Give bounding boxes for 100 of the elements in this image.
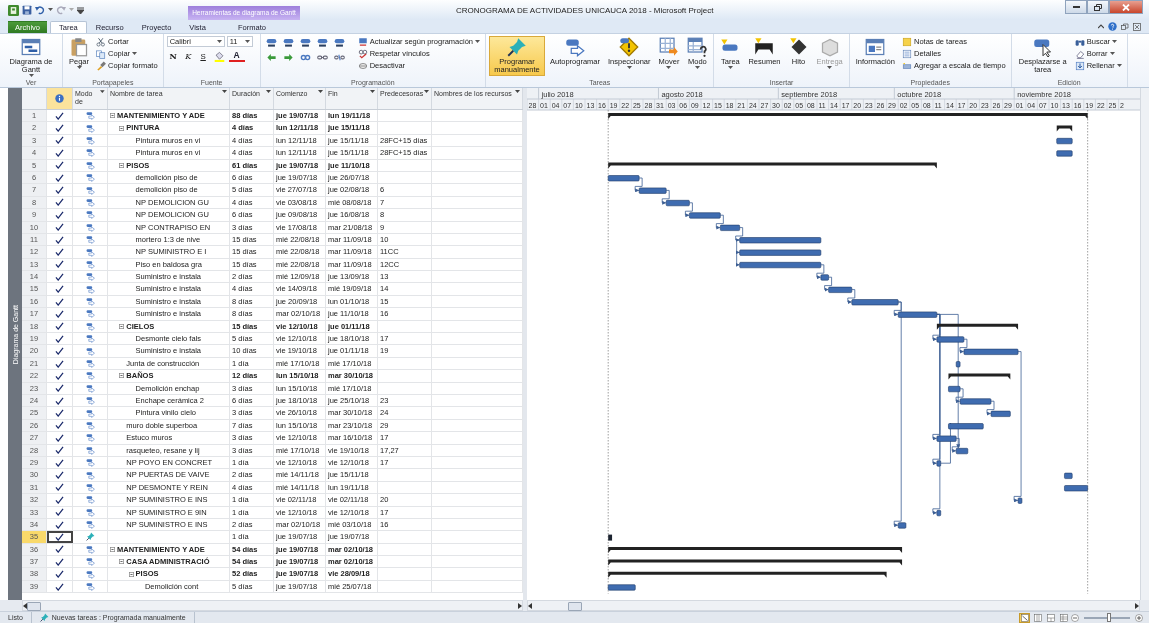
vertical-scrollbar[interactable]	[1140, 88, 1149, 600]
caret-icon	[222, 90, 227, 94]
zoom-in-icon[interactable]	[1135, 613, 1143, 622]
task-bar[interactable]	[739, 249, 822, 256]
close-icon	[1122, 3, 1130, 11]
task-mode-icon	[85, 520, 95, 530]
info-icon	[55, 94, 64, 103]
format-button[interactable]: N	[166, 50, 180, 62]
scroll-right-icon[interactable]	[517, 602, 522, 609]
task-bar[interactable]	[638, 187, 667, 194]
summary-bar[interactable]	[608, 113, 1088, 119]
view-button[interactable]	[1058, 612, 1069, 623]
task-mode-icon	[85, 247, 95, 257]
task-bar[interactable]	[936, 460, 942, 467]
task-mode-icon	[85, 569, 95, 579]
percent-complete-icon	[265, 36, 277, 48]
app-icon[interactable]	[8, 4, 19, 16]
task-cursor-icon	[1032, 37, 1053, 57]
summary-bar[interactable]	[936, 323, 1019, 330]
summary-bar[interactable]	[608, 547, 903, 553]
restore-icon[interactable]	[1121, 22, 1129, 31]
task-bar[interactable]	[936, 336, 965, 343]
task-bar[interactable]	[948, 423, 984, 430]
scroll-left-icon[interactable]	[528, 602, 533, 609]
task-mode-icon	[85, 160, 95, 170]
task-bar[interactable]	[739, 262, 822, 269]
summary-bar[interactable]	[608, 571, 887, 578]
collapse-icon[interactable]	[119, 373, 125, 379]
collapse-icon[interactable]	[119, 559, 125, 565]
scroll-right-icon[interactable]	[1134, 602, 1139, 609]
clipboard-icon	[69, 37, 89, 57]
slider-track[interactable]	[1084, 616, 1130, 619]
close-icon[interactable]	[1133, 22, 1141, 31]
task-bar[interactable]	[936, 510, 942, 517]
task-bar[interactable]	[607, 584, 636, 591]
help-icon[interactable]	[1108, 22, 1117, 31]
task-bar[interactable]	[739, 237, 822, 244]
view-button[interactable]	[1032, 612, 1043, 623]
summary-bar[interactable]	[1056, 125, 1073, 132]
collapse-ribbon-icon[interactable]	[1098, 24, 1104, 29]
task-bar[interactable]	[1064, 472, 1073, 479]
format-button[interactable]: S	[196, 50, 210, 62]
task-bar[interactable]	[665, 200, 690, 207]
task-bar[interactable]	[720, 224, 740, 231]
minimize-button[interactable]	[1065, 0, 1087, 14]
task-bar[interactable]	[1056, 138, 1073, 145]
font-color-button[interactable]: A	[228, 50, 245, 62]
task-bar[interactable]	[897, 522, 907, 529]
task-bar[interactable]	[955, 448, 969, 455]
task-bar[interactable]	[955, 361, 961, 368]
collapse-icon[interactable]	[119, 162, 125, 168]
task-bar[interactable]	[851, 299, 899, 306]
task-bar[interactable]	[936, 435, 957, 442]
view-button[interactable]	[1045, 612, 1056, 623]
task-mode-icon	[85, 470, 95, 480]
horizontal-scrollbar[interactable]	[22, 600, 523, 611]
column-header[interactable]	[47, 88, 73, 109]
zoom-slider-thumb[interactable]	[1107, 612, 1112, 622]
task-bar[interactable]	[963, 348, 1019, 355]
collapse-icon[interactable]	[110, 546, 115, 552]
restore-icon	[1094, 3, 1102, 11]
manual-task-bar[interactable]	[608, 534, 613, 541]
task-bar[interactable]	[828, 286, 853, 293]
task-bar[interactable]	[1056, 150, 1073, 157]
task-mode-icon	[85, 383, 95, 393]
task-bar[interactable]	[959, 398, 992, 405]
right-arrow-icon	[282, 51, 294, 63]
collapse-icon[interactable]	[119, 125, 125, 131]
scroll-thumb[interactable]	[568, 602, 582, 611]
save-icon[interactable]	[22, 5, 32, 15]
collapse-icon[interactable]	[128, 571, 134, 577]
fill-down-icon	[1074, 60, 1085, 71]
view-button[interactable]	[1019, 612, 1030, 623]
summary-bar[interactable]	[608, 162, 937, 169]
caret-icon	[48, 8, 53, 12]
summary-bar[interactable]	[948, 373, 1011, 380]
details-icon	[901, 48, 912, 59]
window-title: CRONOGRAMA DE ACTIVIDADES UNICAUCA 2018 - Microsoft Project	[456, 5, 714, 15]
task-mode-icon	[85, 297, 95, 307]
customize-toolbar-icon[interactable]	[77, 6, 84, 14]
task-bar[interactable]	[820, 274, 829, 281]
task-bar[interactable]	[948, 386, 961, 393]
undo-icon[interactable]	[35, 5, 45, 15]
summary-bar[interactable]	[608, 559, 903, 566]
close-button[interactable]	[1109, 0, 1143, 14]
scroll-thumb[interactable]	[27, 602, 41, 611]
collapse-icon[interactable]	[110, 113, 115, 119]
task-mode-icon	[85, 371, 95, 381]
format-button[interactable]: K	[181, 50, 195, 62]
task-bar[interactable]	[897, 311, 938, 318]
chain-check-icon	[357, 48, 368, 59]
horizontal-scrollbar[interactable]	[527, 600, 1140, 611]
task-bar[interactable]	[1017, 497, 1023, 504]
task-bar[interactable]	[990, 410, 1011, 417]
task-mode-icon	[85, 173, 95, 183]
restore-button[interactable]	[1087, 0, 1109, 14]
task-bar[interactable]	[607, 175, 640, 182]
task-bar[interactable]	[1064, 485, 1088, 492]
collapse-icon[interactable]	[119, 323, 125, 329]
task-mode-icon	[85, 309, 95, 319]
